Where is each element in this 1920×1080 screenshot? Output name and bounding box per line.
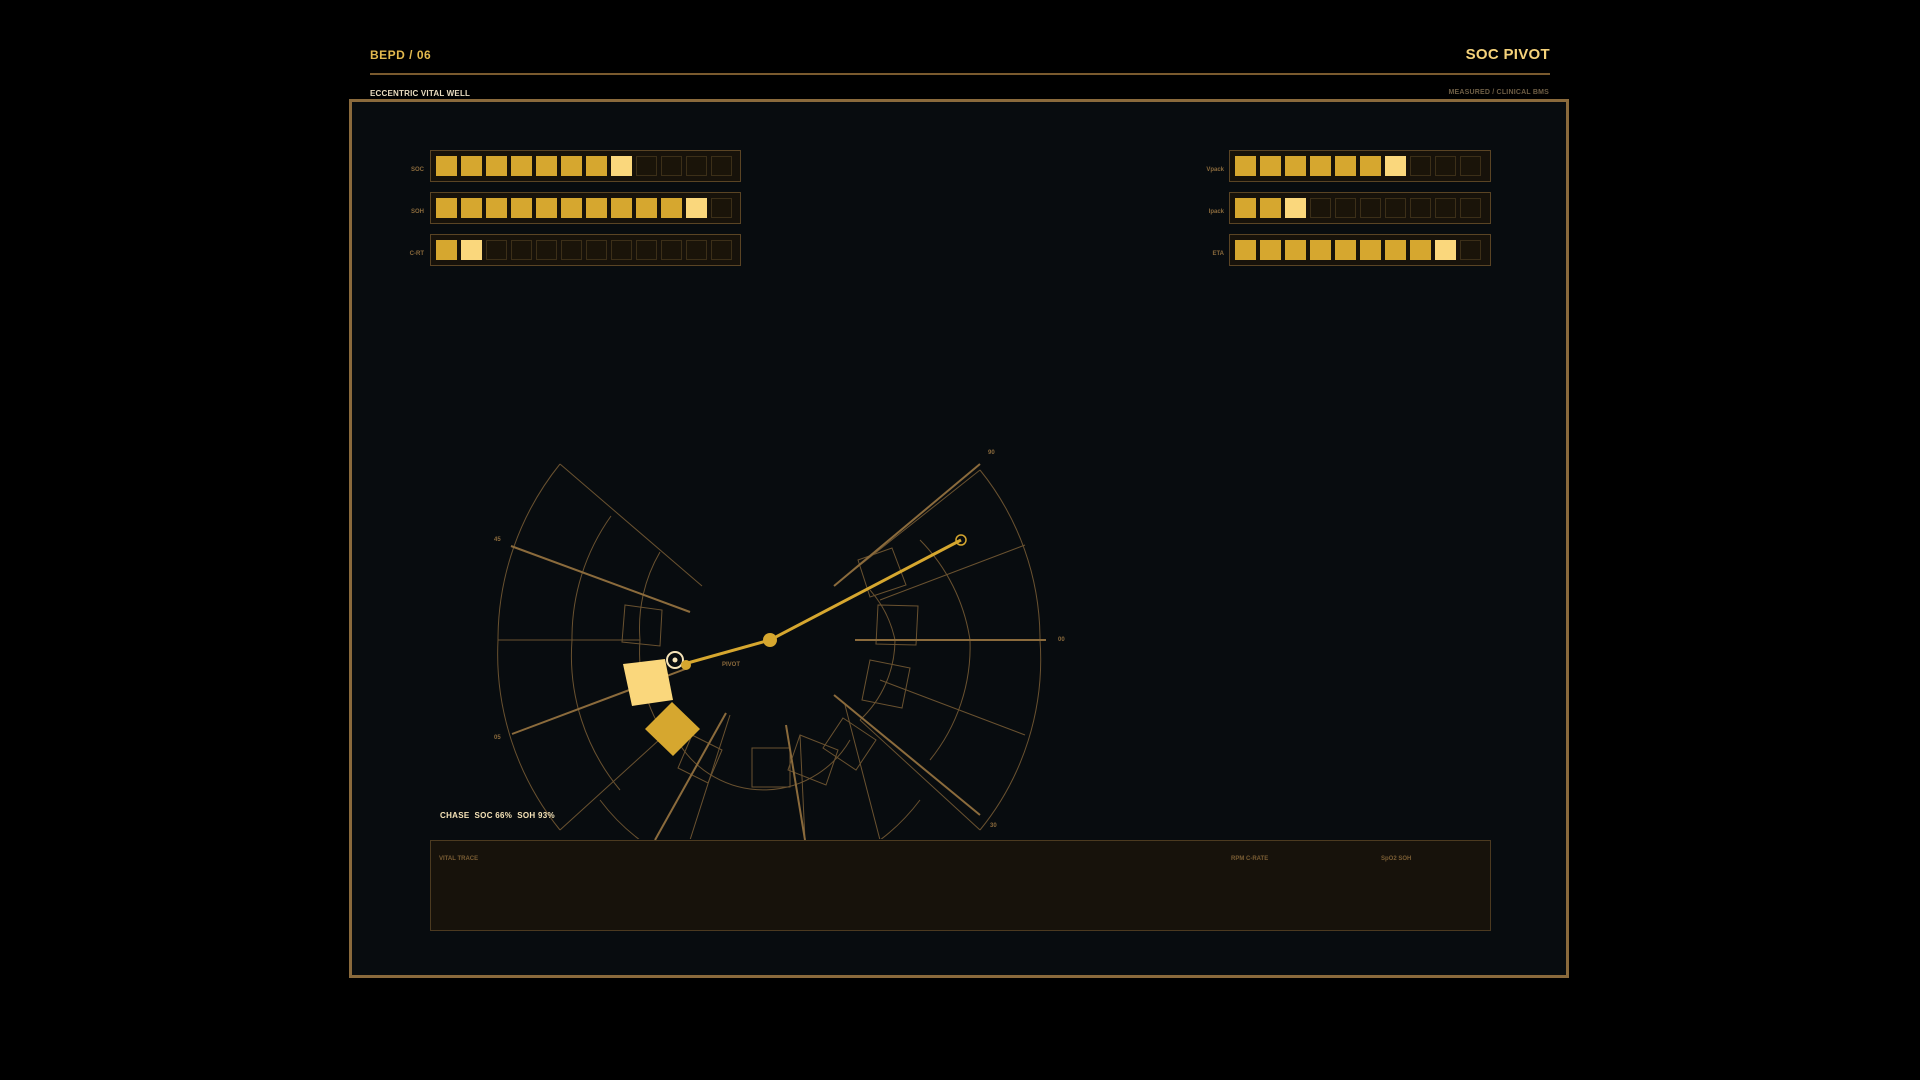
pivot-arm-long	[769, 538, 962, 642]
spoke	[859, 719, 981, 831]
arc-left-outer-b	[497, 639, 561, 831]
pivot-arm-short	[683, 638, 771, 666]
arc-right-inner-b	[859, 639, 896, 721]
arc-right-mid	[919, 539, 971, 641]
axis-label: 45	[494, 537, 501, 543]
spoke	[559, 729, 671, 831]
axis-label: 90	[988, 450, 995, 456]
arc-left-mid	[571, 515, 612, 641]
arc-right-outer	[979, 469, 1041, 641]
trace-label-mid: RPM C-RATE	[1231, 856, 1269, 862]
arc-right-outer-b	[979, 639, 1042, 831]
axis-label: 05	[494, 735, 501, 741]
arc-right-inner	[869, 589, 896, 641]
arc-left-mid-b	[570, 639, 621, 791]
screen: BEPD / 06 SOC PIVOT ECCENTRIC VITAL WELL…	[0, 0, 1920, 1080]
arm-end-node	[681, 660, 691, 670]
arc-right-mid-b	[929, 639, 971, 761]
tick-box	[751, 747, 791, 788]
tick-box	[822, 717, 877, 771]
axis-label: 30	[990, 823, 997, 829]
pivot-label: PIVOT	[722, 662, 740, 668]
soc-marker-gold	[645, 702, 700, 756]
axis-line-30	[833, 694, 981, 816]
chase-readout: CHASE SOC 66% SOH 93%	[440, 811, 555, 820]
arc-bowl-inner	[679, 739, 851, 791]
pivot-node	[763, 633, 777, 647]
axis-line-45	[510, 545, 691, 613]
axis-label: 00	[1058, 637, 1065, 643]
vital-trace-panel: VITAL TRACE RPM C-RATE SpO2 SOH	[430, 840, 1491, 931]
spoke	[844, 704, 881, 839]
soc-marker-dot	[672, 657, 678, 663]
soh-marker-light	[623, 659, 673, 706]
arc-left-inner	[639, 551, 661, 641]
spoke	[559, 463, 703, 587]
trace-label-right: SpO2 SOH	[1381, 856, 1412, 862]
trace-label: VITAL TRACE	[439, 856, 479, 862]
